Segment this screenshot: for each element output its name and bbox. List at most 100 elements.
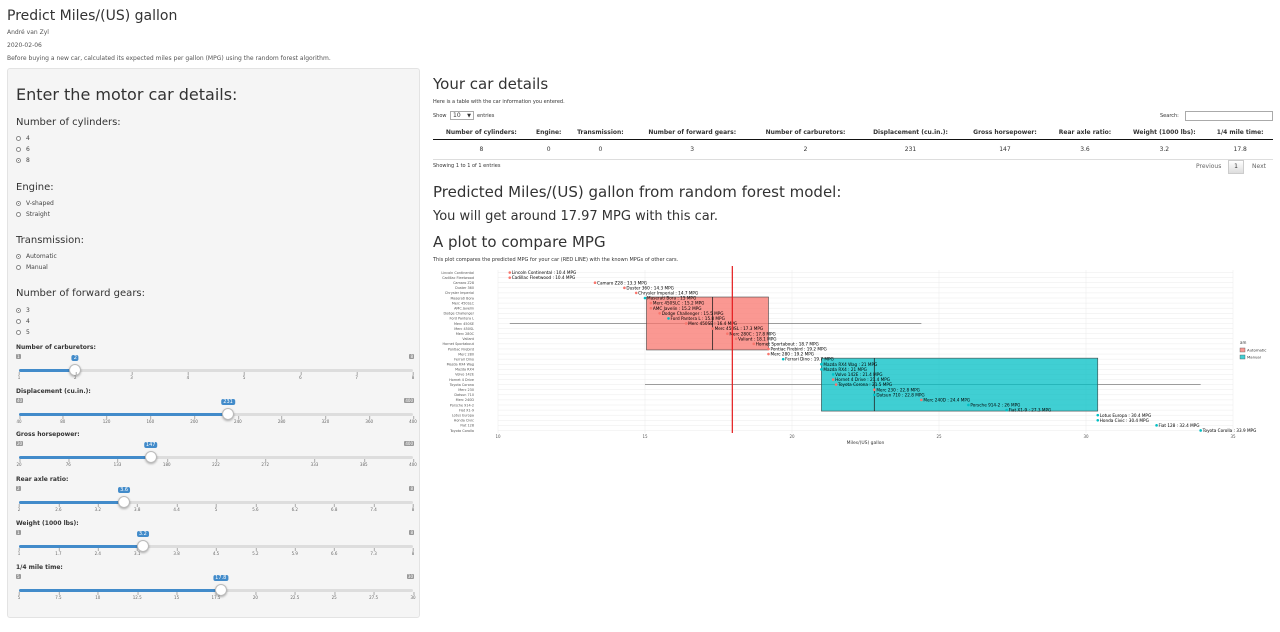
slider[interactable]: 1 8 2 1 2 3 4 5 6 7 8 [16, 354, 416, 384]
radio-icon[interactable] [16, 308, 21, 313]
x-tick-label: 35 [1230, 434, 1236, 439]
table-cell: 3 [633, 139, 752, 160]
y-tick-label: Volvo 142E [455, 373, 474, 377]
table-cell: 147 [961, 139, 1049, 160]
table-header[interactable]: Weight (1000 lbs): [1121, 126, 1208, 140]
car-point [634, 291, 638, 295]
engine-option-straight[interactable]: Straight [16, 211, 50, 218]
radio-icon[interactable] [16, 212, 21, 217]
slider-tick: 360 [365, 416, 374, 424]
car-point-label: Toyota Corolla : 33.9 MPG [1202, 428, 1257, 433]
car-point-label: Fiat X1-9 : 27.3 MPG [1009, 408, 1052, 413]
y-tick-label: Ferrari Dino [454, 357, 474, 361]
y-tick-label: Merc 230 [458, 388, 474, 392]
slider-tick: 8 [411, 372, 415, 380]
y-tick-label: AMC Javelin [454, 307, 474, 311]
slider-fill [19, 456, 151, 459]
car-point [508, 271, 512, 274]
car-point-label: Honda Civic : 30.4 MPG [1100, 418, 1149, 423]
radio-icon[interactable] [16, 201, 21, 206]
gears-option-3[interactable]: 3 [16, 307, 30, 314]
slider-value: 17.8 [213, 575, 229, 581]
slider-tick: 20 [16, 459, 22, 467]
page-1-button[interactable]: 1 [1228, 160, 1244, 174]
slider[interactable]: 2 8 3.6 2 2.6 3.2 3.8 4.4 5 5.6 6.2 6.8 7.4 8 [16, 486, 416, 516]
slider-tick: 120 [102, 416, 111, 424]
search-input[interactable] [1185, 111, 1273, 121]
cylinders-option-8[interactable]: 8 [16, 157, 30, 164]
slider-tick: 3.2 [94, 504, 101, 512]
slider-max: 8 [409, 530, 414, 535]
slider-tick: 133 [113, 459, 122, 467]
previous-button[interactable]: Previous [1196, 163, 1221, 170]
table-cell: 231 [859, 139, 962, 160]
slider-min: 40 [16, 398, 24, 403]
x-tick-label: 30 [1083, 434, 1089, 439]
slider-label: Rear axle ratio: [16, 476, 69, 483]
radio-icon[interactable] [16, 254, 21, 259]
table-row: 8 0 0 3 2 231 147 3.6 3.2 17.8 [433, 139, 1273, 160]
slider-tick: 6.8 [331, 504, 338, 512]
transmission-option-automatic[interactable]: Automatic [16, 253, 57, 260]
engine-option-vshaped[interactable]: V-shaped [16, 200, 54, 207]
table-header[interactable]: Rear axle ratio: [1048, 126, 1122, 140]
slider-value: 3.2 [136, 531, 149, 537]
car-point [820, 368, 823, 371]
radio-icon[interactable] [16, 330, 21, 335]
gears-option-5[interactable]: 5 [16, 329, 30, 336]
gears-option-4[interactable]: 4 [16, 318, 30, 325]
car-point [873, 393, 876, 397]
slider-fill [19, 369, 76, 372]
slider[interactable]: 40 400 231 40 80 120 160 200 240 280 320 360 400 [16, 398, 417, 428]
legend-title: am [1240, 340, 1246, 345]
radio-icon[interactable] [16, 147, 21, 152]
slider-tick: 12.5 [132, 592, 142, 600]
table-header[interactable]: 1/4 mile time: [1207, 126, 1273, 140]
slider-min: 1 [16, 354, 21, 359]
table-header[interactable]: Transmission: [567, 126, 634, 140]
slider-label: Displacement (cu.in.): [16, 388, 91, 395]
slider-tick: 160 [146, 416, 155, 424]
radio-icon[interactable] [16, 319, 21, 324]
table-header[interactable]: Gross horsepower: [961, 126, 1049, 140]
slider[interactable]: 20 400 147 20 76 133 180 222 272 333 385 400 [16, 441, 417, 471]
search-label: Search: [1160, 113, 1179, 119]
slider-label: Gross horsepower: [16, 431, 80, 438]
slider-tick: 3.8 [134, 504, 141, 512]
table-header[interactable]: Number of cylinders: [433, 126, 530, 140]
y-tick-label: Mazda RX4 [455, 368, 474, 372]
car-point [1096, 413, 1100, 417]
slider-tick: 5 [214, 504, 218, 512]
y-tick-label: Chrysler Imperial [445, 291, 474, 295]
table-header[interactable]: Number of forward gears: [633, 126, 752, 140]
car-point [752, 342, 756, 346]
sidebar-panel: Enter the motor car details: Number of c… [7, 68, 420, 618]
transmission-option-manual[interactable]: Manual [16, 264, 48, 271]
radio-icon[interactable] [16, 265, 21, 270]
table-header[interactable]: Engine: [529, 126, 568, 140]
y-tick-label: Camaro Z28 [453, 281, 474, 285]
gears-label: Number of forward gears: [16, 288, 146, 299]
y-tick-label: Merc 280 [458, 352, 474, 356]
slider-fill [19, 413, 229, 416]
x-axis-label: Miles/(US) gallon [847, 440, 885, 446]
table-header[interactable]: Number of carburetors: [751, 126, 860, 140]
car-point-label: Datsun 710 : 22.8 MPG [876, 392, 924, 397]
table-header[interactable]: Displacement (cu.in.): [859, 126, 962, 140]
car-details-table: Number of cylinders: Engine: Transmission:… [433, 126, 1273, 160]
next-button[interactable]: Next [1252, 163, 1266, 170]
entries-select[interactable]: 10 ▼ [450, 111, 474, 120]
legend-key [1239, 347, 1246, 353]
radio-icon[interactable] [16, 158, 21, 163]
table-cell: 0 [529, 139, 568, 160]
slider[interactable]: 1 8 3.2 1 1.7 2.4 3.1 3.8 4.5 5.2 5.9 6.6 7.3 8 [16, 530, 416, 560]
slider-track[interactable] [19, 413, 413, 416]
y-tick-label: Maserati Bora [450, 296, 474, 300]
radio-icon[interactable] [16, 136, 21, 141]
slider-tick: 7.5 [55, 592, 62, 600]
cylinders-option-6[interactable]: 6 [16, 146, 30, 153]
car-point [508, 276, 512, 279]
table-cell: 17.8 [1207, 139, 1273, 160]
slider[interactable]: 5 30 17.8 5 7.5 10 12.5 15 17.5 20 22.5 25 27.5 30 [16, 574, 416, 604]
cylinders-option-4[interactable]: 4 [16, 135, 30, 142]
